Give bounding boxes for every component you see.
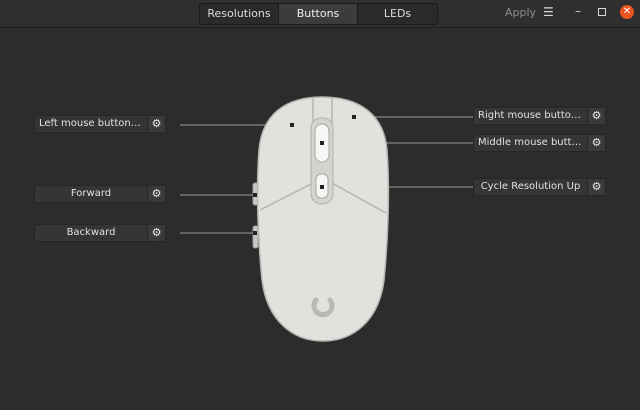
marker-right [352,115,356,119]
gear-icon[interactable]: ⚙ [147,225,165,241]
backward-label: Backward [66,227,116,238]
left-button-mapping[interactable]: Left mouse button click ⚙ [34,115,166,133]
gear-icon[interactable]: ⚙ [147,116,165,132]
gear-icon[interactable]: ⚙ [147,186,165,202]
cycle-resolution-mapping[interactable]: Cycle Resolution Up ⚙ [473,178,606,196]
marker-left [290,123,294,127]
forward-button-mapping[interactable]: Forward ⚙ [34,185,166,203]
right-button-mapping[interactable]: Right mouse button click ⚙ [473,107,606,125]
backward-side-button[interactable] [252,225,259,249]
marker-middle [320,141,324,145]
gear-icon[interactable]: ⚙ [587,135,605,151]
backward-button-mapping[interactable]: Backward ⚙ [34,224,166,242]
marker-cycle [320,185,324,189]
mouse-diagram [180,96,473,342]
marker-forward [253,193,257,197]
left-button-label: Left mouse button click [39,118,147,129]
middle-button-mapping[interactable]: Middle mouse button click ⚙ [473,134,606,152]
forward-label: Forward [70,188,112,199]
gear-icon[interactable]: ⚙ [587,108,605,124]
right-button-label: Right mouse button click [478,110,587,121]
middle-button-label: Middle mouse button click [478,137,587,148]
marker-backward [253,231,257,235]
gear-icon[interactable]: ⚙ [587,179,605,195]
cycle-resolution-label: Cycle Resolution Up [480,181,581,192]
